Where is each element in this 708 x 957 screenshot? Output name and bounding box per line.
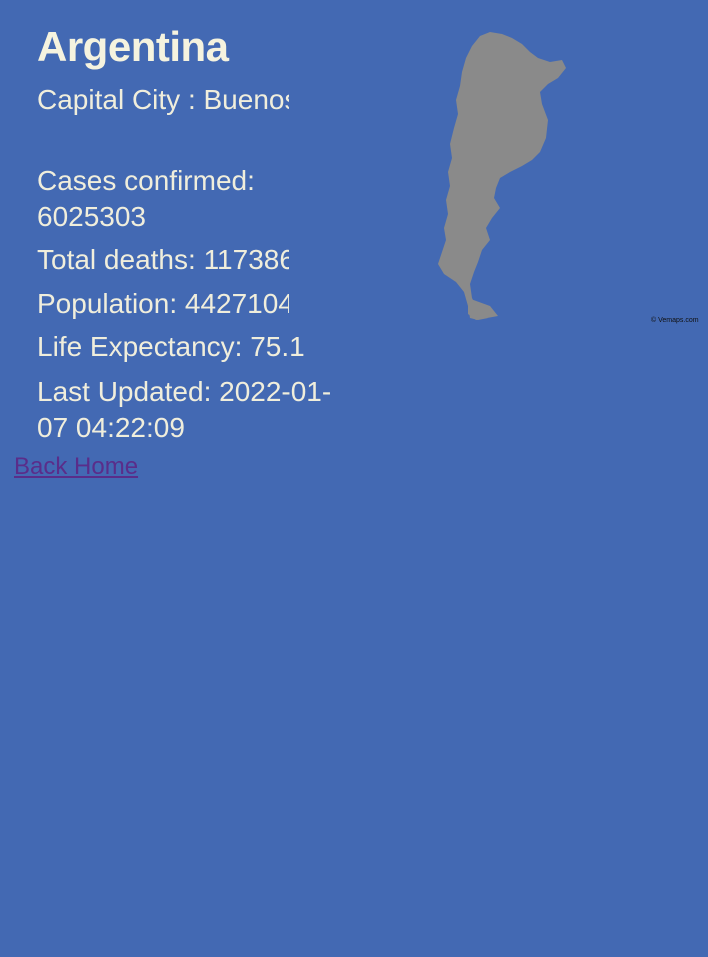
- total-deaths: Total deaths: 117386: [37, 242, 289, 278]
- cases-confirmed: Cases confirmed: 6025303: [37, 163, 367, 235]
- cases-value: 6025303: [37, 201, 147, 232]
- deaths-label: Total deaths:: [37, 244, 204, 275]
- capital-value: Buenos Aires: [203, 84, 290, 115]
- population-label: Population:: [37, 288, 185, 319]
- life-value: 75.1: [250, 331, 305, 362]
- country-info: Argentina Capital City : Buenos Aires Ca…: [37, 22, 331, 443]
- life-expectancy: Life Expectancy: 75.1: [37, 329, 367, 365]
- life-label: Life Expectancy:: [37, 331, 251, 362]
- argentina-map-shape: [438, 32, 566, 320]
- updated-value-line2: 07 04:22:09: [37, 412, 185, 443]
- argentina-map-icon: [438, 32, 566, 320]
- population: Population: 44271041: [37, 286, 289, 322]
- capital-label: Capital City :: [37, 84, 204, 115]
- country-name: Argentina: [37, 23, 229, 70]
- tierra-del-fuego-shape: [468, 298, 498, 320]
- updated-label: Last Updated:: [37, 376, 220, 407]
- map-credit: © Vemaps.com: [651, 317, 699, 324]
- last-updated: Last Updated: 2022-01- 07 04:22:09: [37, 374, 367, 446]
- population-value: 44271041: [184, 288, 289, 319]
- cases-label: Cases confirmed:: [37, 165, 255, 196]
- deaths-value: 117386: [203, 244, 289, 275]
- updated-value-line1: 2022-01-: [219, 376, 332, 407]
- back-home-link[interactable]: Back Home: [14, 452, 138, 482]
- capital-city: Capital City : Buenos Aires: [37, 82, 289, 118]
